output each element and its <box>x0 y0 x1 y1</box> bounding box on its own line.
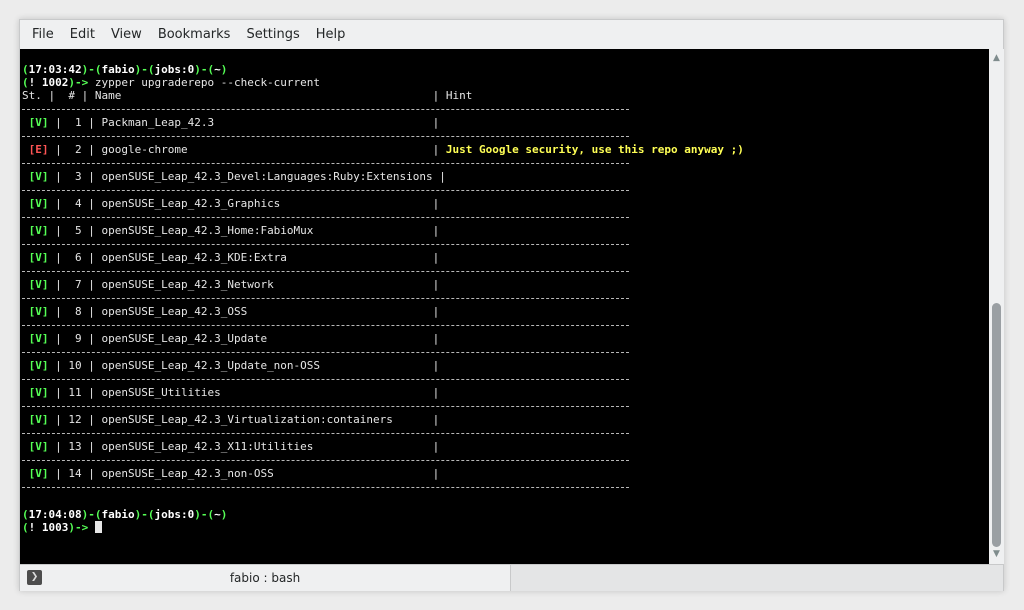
row-name: openSUSE_Leap_42.3_Update_non-OSS <box>101 359 321 372</box>
table-row: [V] | 5 | openSUSE_Leap_42.3_Home:FabioM… <box>28 224 446 237</box>
table-row: [V] | 7 | openSUSE_Leap_42.3_Network | <box>28 278 446 291</box>
row-separator <box>22 217 629 218</box>
command-text: zypper upgraderepo --check-current <box>94 76 321 89</box>
scroll-thumb[interactable] <box>992 303 1001 547</box>
row-name: openSUSE_Leap_42.3_Home:FabioMux <box>101 224 314 237</box>
table-row: [V] | 12 | openSUSE_Leap_42.3_Virtualiza… <box>28 413 446 426</box>
row-number: 2 <box>75 143 82 156</box>
row-status: [E] <box>28 143 49 156</box>
row-separator <box>22 298 629 299</box>
menu-bar: File Edit View Bookmarks Settings Help <box>20 20 1003 49</box>
table-row: [V] | 4 | openSUSE_Leap_42.3_Graphics | <box>28 197 446 210</box>
row-separator <box>22 460 629 461</box>
row-number: 7 <box>75 278 82 291</box>
row-number: 5 <box>75 224 82 237</box>
table-row: [V] | 6 | openSUSE_Leap_42.3_KDE:Extra | <box>28 251 446 264</box>
table-row: [V] | 9 | openSUSE_Leap_42.3_Update | <box>28 332 446 345</box>
row-number: 14 <box>68 467 82 480</box>
row-name: Packman_Leap_42.3 <box>101 116 215 129</box>
scroll-up-icon[interactable]: ▲ <box>989 51 1004 66</box>
menu-view[interactable]: View <box>103 20 150 49</box>
table-row: [V] | 11 | openSUSE_Utilities | <box>28 386 446 399</box>
row-separator <box>22 352 629 353</box>
row-number: 3 <box>75 170 82 183</box>
row-number: 9 <box>75 332 82 345</box>
scroll-down-icon[interactable]: ▼ <box>989 547 1004 562</box>
row-name: openSUSE_Leap_42.3_X11:Utilities <box>101 440 314 453</box>
row-name: openSUSE_Leap_42.3_Devel:Languages:Ruby:… <box>101 170 433 183</box>
row-name: openSUSE_Leap_42.3_Graphics <box>101 197 281 210</box>
tab-bar: ❯ fabio : bash <box>20 564 1003 591</box>
row-number: 4 <box>75 197 82 210</box>
row-number: 11 <box>68 386 82 399</box>
row-name: google-chrome <box>101 143 188 156</box>
row-status: [V] <box>28 305 49 318</box>
prompt-line-2: (17:04:08)-(fabio)-(jobs:0)-(~) <box>22 508 228 521</box>
table-header: St. | # | Name | Hint <box>22 89 473 102</box>
row-name: openSUSE_Leap_42.3_Virtualization:contai… <box>101 413 393 426</box>
row-name: openSUSE_Leap_42.3_Network <box>101 278 274 291</box>
command-line-1: (! 1002)-> zypper upgraderepo --check-cu… <box>22 76 321 89</box>
row-name: openSUSE_Leap_42.3_OSS <box>101 305 248 318</box>
table-row: [E] | 2 | google-chrome | Just Google se… <box>28 143 744 156</box>
menu-help[interactable]: Help <box>308 20 354 49</box>
menu-settings[interactable]: Settings <box>238 20 307 49</box>
table-row: [V] | 10 | openSUSE_Leap_42.3_Update_non… <box>28 359 446 372</box>
row-separator <box>22 190 629 191</box>
row-separator <box>22 136 629 137</box>
row-name: openSUSE_Utilities <box>101 386 221 399</box>
row-status: [V] <box>28 197 49 210</box>
tab-label: fabio : bash <box>229 571 301 585</box>
row-number: 8 <box>75 305 82 318</box>
row-status: [V] <box>28 278 49 291</box>
table-row: [V] | 8 | openSUSE_Leap_42.3_OSS | <box>28 305 446 318</box>
menu-edit[interactable]: Edit <box>62 20 103 49</box>
row-number: 6 <box>75 251 82 264</box>
row-name: openSUSE_Leap_42.3_Update <box>101 332 268 345</box>
table-row: [V] | 14 | openSUSE_Leap_42.3_non-OSS | <box>28 467 446 480</box>
row-status: [V] <box>28 359 49 372</box>
row-name: openSUSE_Leap_42.3_KDE:Extra <box>101 251 287 264</box>
row-status: [V] <box>28 251 49 264</box>
prompt-line-1: (17:03:42)-(fabio)-(jobs:0)-(~) <box>22 63 228 76</box>
text-cursor <box>94 521 102 533</box>
row-separator <box>22 244 629 245</box>
vertical-scrollbar[interactable]: ▲ ▼ <box>989 49 1004 564</box>
row-separator <box>22 433 629 434</box>
row-status: [V] <box>28 170 49 183</box>
row-status: [V] <box>28 224 49 237</box>
command-line-2: (! 1003)-> <box>22 521 102 535</box>
row-status: [V] <box>28 386 49 399</box>
row-status: [V] <box>28 440 49 453</box>
row-number: 13 <box>68 440 82 453</box>
konsole-window: File Edit View Bookmarks Settings Help (… <box>19 19 1004 591</box>
table-row: [V] | 1 | Packman_Leap_42.3 | <box>28 116 446 129</box>
row-separator <box>22 325 629 326</box>
terminal-output[interactable]: (17:03:42)-(fabio)-(jobs:0)-(~) (! 1002)… <box>20 49 989 564</box>
row-separator <box>22 379 629 380</box>
row-separator <box>22 163 629 164</box>
row-name: openSUSE_Leap_42.3_non-OSS <box>101 467 274 480</box>
row-number: 12 <box>68 413 82 426</box>
table-row: [V] | 3 | openSUSE_Leap_42.3_Devel:Langu… <box>28 170 453 183</box>
row-status: [V] <box>28 332 49 345</box>
row-status: [V] <box>28 413 49 426</box>
menu-file[interactable]: File <box>24 20 62 49</box>
table-row: [V] | 13 | openSUSE_Leap_42.3_X11:Utilit… <box>28 440 446 453</box>
tab-fabio-bash[interactable]: ❯ fabio : bash <box>20 565 511 591</box>
row-separator <box>22 271 629 272</box>
row-status: [V] <box>28 467 49 480</box>
row-hint: Just Google security, use this repo anyw… <box>445 143 744 156</box>
row-separator <box>22 406 629 407</box>
row-separator <box>22 109 629 110</box>
row-number: 10 <box>68 359 82 372</box>
row-separator <box>22 487 629 488</box>
row-number: 1 <box>75 116 82 129</box>
menu-bookmarks[interactable]: Bookmarks <box>150 20 239 49</box>
row-status: [V] <box>28 116 49 129</box>
